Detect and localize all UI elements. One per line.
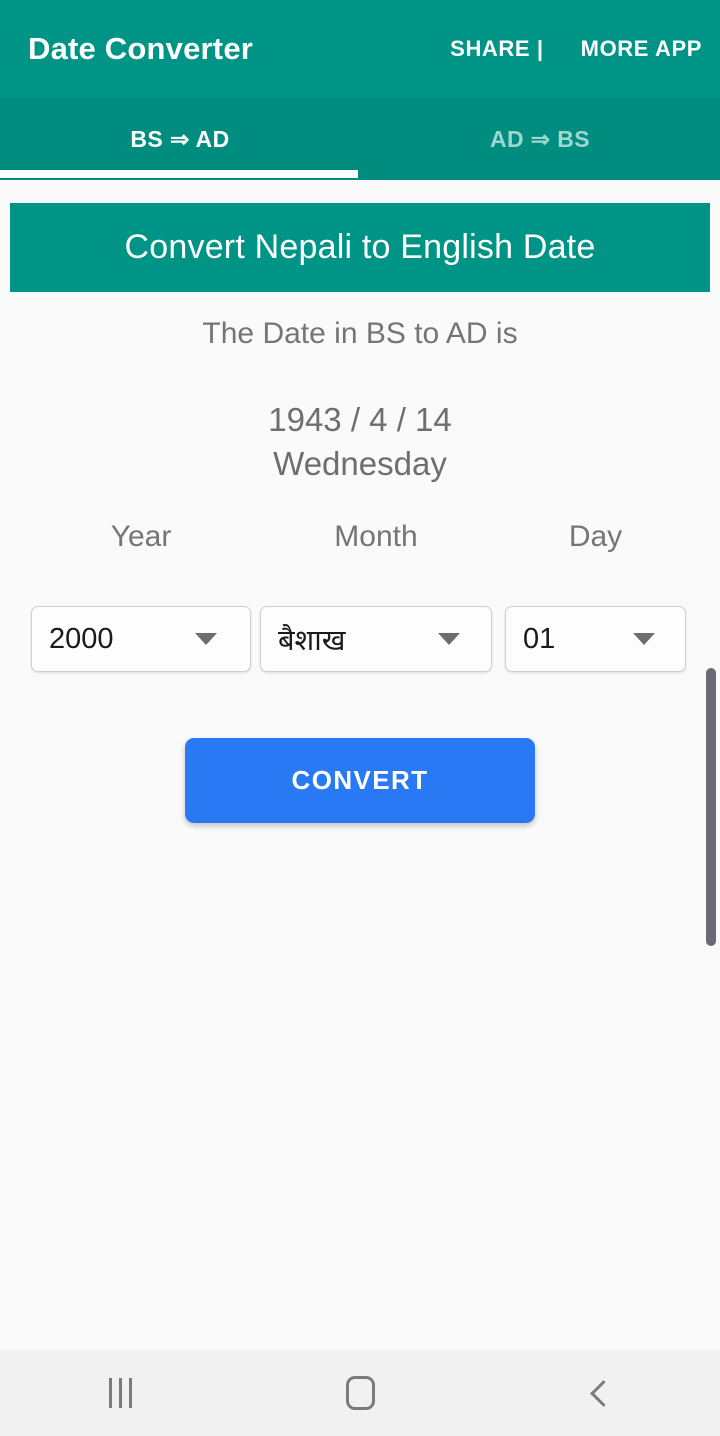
share-button[interactable]: SHARE |	[450, 36, 543, 62]
month-dropdown-value: बैशाख	[278, 624, 346, 657]
month-dropdown[interactable]: बैशाख	[260, 606, 492, 672]
tab-bar: BS ⇒ AD AD ⇒ BS	[0, 98, 720, 180]
section-banner-title: Convert Nepali to English Date	[124, 228, 596, 266]
year-label: Year	[110, 520, 172, 553]
picker-labels-row: Year Month Day	[0, 520, 700, 564]
month-label: Month	[334, 520, 418, 553]
app-root: Date Converter SHARE | MORE APP BS ⇒ AD …	[0, 0, 720, 1436]
year-dropdown[interactable]: 2000	[31, 606, 251, 672]
section-banner: Convert Nepali to English Date	[10, 203, 710, 292]
scrollbar[interactable]	[706, 180, 720, 1350]
day-dropdown[interactable]: 01	[505, 606, 686, 672]
chevron-down-icon	[195, 633, 217, 645]
home-icon	[345, 1376, 375, 1410]
chevron-down-icon	[438, 633, 460, 645]
app-bar-actions: SHARE | MORE APP	[450, 36, 702, 62]
scrollbar-thumb[interactable]	[706, 668, 716, 946]
tab-ad-to-bs[interactable]: AD ⇒ BS	[360, 98, 720, 180]
content-scroll-area[interactable]: Convert Nepali to English Date The Date …	[0, 180, 720, 1350]
nav-recents-button[interactable]	[0, 1350, 240, 1436]
chevron-down-icon	[633, 633, 655, 645]
recents-icon	[108, 1378, 132, 1408]
app-bar: Date Converter SHARE | MORE APP	[0, 0, 720, 98]
result-label: The Date in BS to AD is	[202, 317, 518, 350]
result-date-value: 1943 / 4 / 14	[268, 401, 452, 438]
system-navigation-bar	[0, 1350, 720, 1436]
year-dropdown-value: 2000	[49, 622, 114, 655]
day-label: Day	[568, 520, 623, 553]
page-title: Date Converter	[28, 31, 254, 66]
back-icon	[589, 1379, 617, 1407]
nav-home-button[interactable]	[240, 1350, 480, 1436]
nav-back-button[interactable]	[480, 1350, 720, 1436]
tab-bs-to-ad[interactable]: BS ⇒ AD	[0, 98, 360, 180]
result-weekday-value: Wednesday	[273, 445, 447, 482]
more-app-button[interactable]: MORE APP	[581, 36, 702, 62]
day-dropdown-value: 01	[523, 622, 556, 655]
tab-active-indicator	[0, 170, 358, 178]
convert-button[interactable]: CONVERT	[185, 738, 535, 823]
picker-dropdowns-row: 2000 बैशाख 01	[0, 606, 720, 672]
